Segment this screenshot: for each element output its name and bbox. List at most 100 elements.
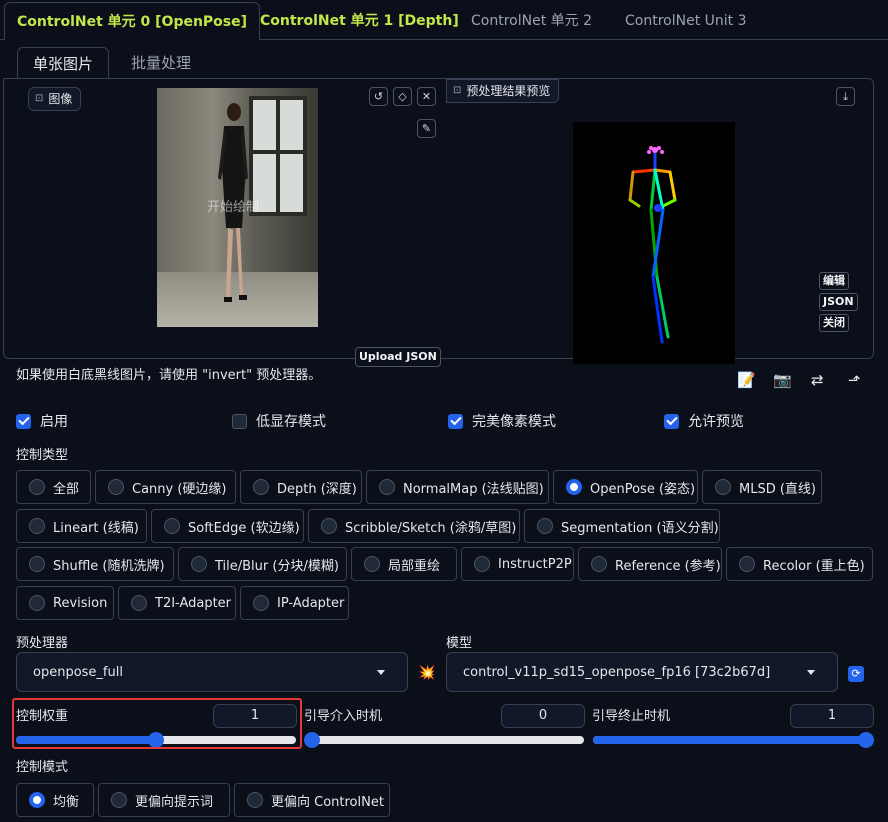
radio-dot [321, 518, 337, 534]
option-label: Recolor (重上色) [763, 558, 865, 574]
guidance-end-label: 引导终止时机 [592, 709, 671, 724]
control-type-canny[interactable]: Canny (硬边缘) [95, 470, 236, 504]
preprocessor-dropdown[interactable]: openpose_full [16, 652, 408, 692]
control-type-all[interactable]: 全部 [16, 470, 91, 504]
slider-thumb[interactable] [858, 732, 874, 748]
close-button[interactable]: 关闭 [819, 314, 849, 332]
tab-single-image[interactable]: 单张图片 [17, 47, 110, 79]
control-type-instructp2p[interactable]: InstructP2P [461, 547, 574, 581]
guidance-start-slider[interactable] [304, 732, 584, 748]
preprocessor-preview [573, 122, 735, 364]
radio-dot [253, 479, 269, 495]
start-draw-text[interactable]: 开始绘制 [207, 196, 259, 215]
option-label: Revision [53, 595, 108, 611]
control-type-depth[interactable]: Depth (深度) [240, 470, 362, 504]
option-label: 局部重绘 [388, 558, 441, 574]
control-type-t2i-adapter[interactable]: T2I-Adapter [118, 586, 236, 620]
model-label: 模型 [446, 636, 473, 651]
checkbox-enable-box[interactable] [16, 413, 31, 429]
tab-unit-3[interactable]: ControlNet Unit 3 [613, 2, 759, 40]
control-type-segmentation[interactable]: Segmentation (语义分割) [524, 509, 720, 543]
option-label: Tile/Blur (分块/模糊) [215, 558, 339, 574]
refresh-icon[interactable]: ⟳ [848, 666, 864, 682]
tab-unit-1[interactable]: ControlNet 单元 1 [Depth] [248, 2, 471, 40]
close-icon[interactable]: ✕ [417, 87, 436, 106]
checkbox-enable-label: 启用 [40, 414, 68, 430]
edit-button[interactable]: 编辑 [819, 272, 849, 290]
model-dropdown[interactable]: control_v11p_sd15_openpose_fp16 [73c2b67… [446, 652, 838, 692]
checkbox-allow-preview-label: 允许预览 [688, 414, 744, 430]
radio-dot [29, 479, 45, 495]
upload-json-button[interactable]: Upload JSON [355, 347, 441, 367]
tab-unit-0[interactable]: ControlNet 单元 0 [OpenPose] [4, 2, 261, 40]
radio-dot [364, 556, 380, 572]
edit-note-icon[interactable]: 📝 [737, 371, 756, 389]
option-label: Segmentation (语义分割) [561, 520, 719, 536]
option-label: MLSD (直线) [739, 481, 816, 497]
control-type-lineart[interactable]: Lineart (线稿) [16, 509, 147, 543]
json-button[interactable]: JSON [819, 293, 858, 311]
camera-icon[interactable]: 📷 [773, 371, 792, 389]
control-type-normalmap[interactable]: NormalMap (法线贴图) [366, 470, 549, 504]
option-label: Depth (深度) [277, 481, 357, 497]
invert-hint: 如果使用白底黑线图片，请使用 "invert" 预处理器。 [16, 368, 322, 383]
control-type-scribble[interactable]: Scribble/Sketch (涂鸦/草图) [308, 509, 520, 543]
guidance-end-slider[interactable] [593, 732, 874, 748]
preprocessor-value: openpose_full [33, 664, 123, 680]
control-type-revision[interactable]: Revision [16, 586, 114, 620]
radio-dot [164, 518, 180, 534]
guidance-end-input[interactable]: 1 [790, 704, 874, 728]
chevron-down-icon [377, 670, 385, 675]
option-label: 均衡 [53, 794, 80, 810]
radio-dot [191, 556, 207, 572]
control-type-mlsd[interactable]: MLSD (直线) [702, 470, 822, 504]
control-type-tile[interactable]: Tile/Blur (分块/模糊) [178, 547, 347, 581]
checkbox-pixel-perfect-box[interactable] [448, 413, 463, 429]
slider-thumb[interactable] [304, 732, 320, 748]
checkbox-allow-preview-box[interactable] [664, 413, 679, 429]
openpose-skeleton [628, 146, 677, 344]
input-image[interactable]: 开始绘制 [157, 88, 318, 327]
radio-dot [566, 479, 582, 495]
preview-label: ⊡ 预处理结果预览 [446, 79, 560, 103]
control-type-shuffle[interactable]: Shuffle (随机洗牌) [16, 547, 174, 581]
radio-dot [537, 518, 553, 534]
checkbox-low-vram[interactable]: 低显存模式 [232, 411, 326, 431]
control-type-inpaint[interactable]: 局部重绘 [351, 547, 457, 581]
swap-icon[interactable]: ⇄ [811, 371, 824, 389]
tab-unit-2[interactable]: ControlNet 单元 2 [459, 2, 604, 40]
checkbox-allow-preview[interactable]: 允许预览 [664, 411, 744, 431]
run-preprocessor-icon[interactable]: 💥 [418, 665, 435, 681]
control-type-ip-adapter[interactable]: IP-Adapter [240, 586, 349, 620]
radio-dot [29, 595, 45, 611]
download-icon[interactable]: ⤓ [836, 87, 855, 106]
control-mode-controlnet[interactable]: 更偏向 ControlNet [234, 783, 390, 817]
control-mode-balanced[interactable]: 均衡 [16, 783, 94, 817]
undo-icon[interactable]: ↺ [369, 87, 388, 106]
control-mode-prompt[interactable]: 更偏向提示词 [98, 783, 230, 817]
chevron-down-icon [807, 670, 815, 675]
option-label: SoftEdge (软边缘) [188, 520, 300, 536]
control-type-reference[interactable]: Reference (参考) [578, 547, 722, 581]
radio-dot [29, 556, 45, 572]
option-label: Canny (硬边缘) [132, 481, 227, 497]
control-type-softedge[interactable]: SoftEdge (软边缘) [151, 509, 304, 543]
tab-batch[interactable]: 批量处理 [116, 47, 206, 79]
radio-dot [715, 479, 731, 495]
brush-icon[interactable]: ✎ [417, 119, 436, 138]
control-type-openpose[interactable]: OpenPose (姿态) [553, 470, 698, 504]
guidance-start-label: 引导介入时机 [304, 709, 383, 724]
checkbox-pixel-perfect[interactable]: 完美像素模式 [448, 411, 556, 431]
checkbox-low-vram-box[interactable] [232, 413, 247, 429]
checkbox-enable[interactable]: 启用 [16, 411, 68, 431]
control-type-label: 控制类型 [16, 448, 69, 463]
option-label: Shuffle (随机洗牌) [53, 558, 165, 574]
eraser-icon[interactable]: ◇ [393, 87, 412, 106]
guidance-start-input[interactable]: 0 [501, 704, 585, 728]
radio-dot [247, 792, 263, 808]
slider-fill [593, 736, 866, 744]
radio-dot [379, 479, 395, 495]
radio-dot [108, 479, 124, 495]
send-up-icon[interactable]: ⬏ [848, 371, 861, 389]
control-type-recolor[interactable]: Recolor (重上色) [726, 547, 873, 581]
